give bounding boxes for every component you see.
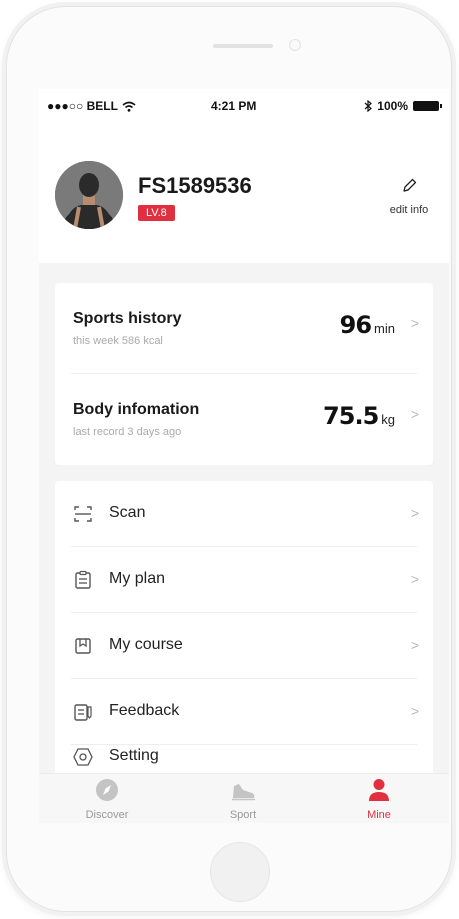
menu-label: Feedback bbox=[109, 702, 180, 719]
chevron-right-icon: > bbox=[410, 637, 419, 653]
feedback-icon bbox=[74, 704, 92, 721]
username: FS1589536 bbox=[138, 173, 252, 198]
tab-label: Sport bbox=[229, 809, 257, 821]
tab-label: Discover bbox=[85, 809, 129, 821]
level-badge: LV.8 bbox=[138, 205, 175, 221]
menu-label: Scan bbox=[109, 504, 146, 521]
chevron-right-icon: > bbox=[410, 315, 419, 331]
clock: 4:21 PM bbox=[211, 99, 257, 113]
pencil-icon bbox=[403, 178, 417, 192]
tab-label: Mine bbox=[367, 809, 391, 821]
battery-group: 100% bbox=[364, 99, 442, 113]
stat-subtitle: last record 3 days ago bbox=[73, 426, 182, 438]
stat-unit: min bbox=[374, 321, 395, 336]
tab-sport[interactable]: Sport bbox=[203, 778, 283, 821]
home-button[interactable] bbox=[210, 842, 270, 902]
tab-bar: Discover Sport Mine bbox=[39, 773, 449, 823]
stat-subtitle: this week 586 kcal bbox=[73, 335, 163, 347]
menu-label: Setting bbox=[109, 747, 159, 764]
stat-row-sports-history[interactable]: Sports history this week 586 kcal 96 min… bbox=[55, 283, 433, 374]
compass-icon bbox=[96, 779, 118, 801]
wifi-icon bbox=[122, 101, 136, 112]
chevron-right-icon: > bbox=[410, 406, 419, 422]
scan-icon bbox=[74, 506, 92, 522]
carrier-text: ●●●○○ BELL bbox=[47, 99, 118, 113]
battery-percent: 100% bbox=[377, 99, 408, 113]
menu-item-my-plan[interactable]: My plan > bbox=[55, 547, 433, 613]
chevron-right-icon: > bbox=[410, 571, 419, 587]
status-bar: ●●●○○ BELL 4:21 PM 100% bbox=[39, 89, 449, 121]
carrier-group: ●●●○○ BELL bbox=[47, 99, 136, 113]
edit-info-button[interactable]: edit info bbox=[379, 177, 439, 216]
phone-frame: ●●●○○ BELL 4:21 PM 100% FS1589536 LV.8 e… bbox=[6, 6, 452, 912]
tab-discover[interactable]: Discover bbox=[67, 778, 147, 821]
bookmark-icon bbox=[75, 638, 91, 654]
stat-number: 96 bbox=[339, 311, 372, 339]
stat-row-body-information[interactable]: Body infomation last record 3 days ago 7… bbox=[55, 374, 433, 465]
settings-icon bbox=[73, 748, 93, 766]
stat-title: Body infomation bbox=[73, 401, 200, 418]
app-screen: ●●●○○ BELL 4:21 PM 100% FS1589536 LV.8 e… bbox=[39, 89, 449, 823]
profile-header: FS1589536 LV.8 edit info bbox=[39, 121, 449, 263]
bluetooth-icon bbox=[364, 100, 373, 112]
stat-value: 96 min bbox=[340, 311, 395, 339]
edit-info-label: edit info bbox=[389, 204, 429, 216]
stats-card: Sports history this week 586 kcal 96 min… bbox=[55, 283, 433, 465]
avatar[interactable] bbox=[55, 161, 123, 229]
stat-value: 75.5 kg bbox=[323, 402, 395, 430]
stat-number: 75.5 bbox=[323, 402, 379, 430]
chevron-right-icon: > bbox=[410, 703, 419, 719]
shoe-icon bbox=[232, 784, 255, 801]
menu-item-my-course[interactable]: My course > bbox=[55, 613, 433, 679]
menu-item-scan[interactable]: Scan > bbox=[55, 481, 433, 547]
menu-card: Scan > My plan > My course > Feedback > … bbox=[55, 481, 433, 781]
front-camera bbox=[289, 39, 301, 51]
stat-unit: kg bbox=[381, 412, 395, 427]
menu-label: My course bbox=[109, 636, 183, 653]
stat-title: Sports history bbox=[73, 310, 182, 327]
speaker-grille bbox=[213, 44, 273, 48]
menu-item-feedback[interactable]: Feedback > bbox=[55, 679, 433, 745]
menu-label: My plan bbox=[109, 570, 166, 587]
person-icon bbox=[369, 779, 389, 801]
clipboard-icon bbox=[75, 570, 91, 589]
chevron-right-icon: > bbox=[410, 505, 419, 521]
tab-mine[interactable]: Mine bbox=[339, 778, 419, 821]
battery-icon bbox=[413, 101, 442, 111]
